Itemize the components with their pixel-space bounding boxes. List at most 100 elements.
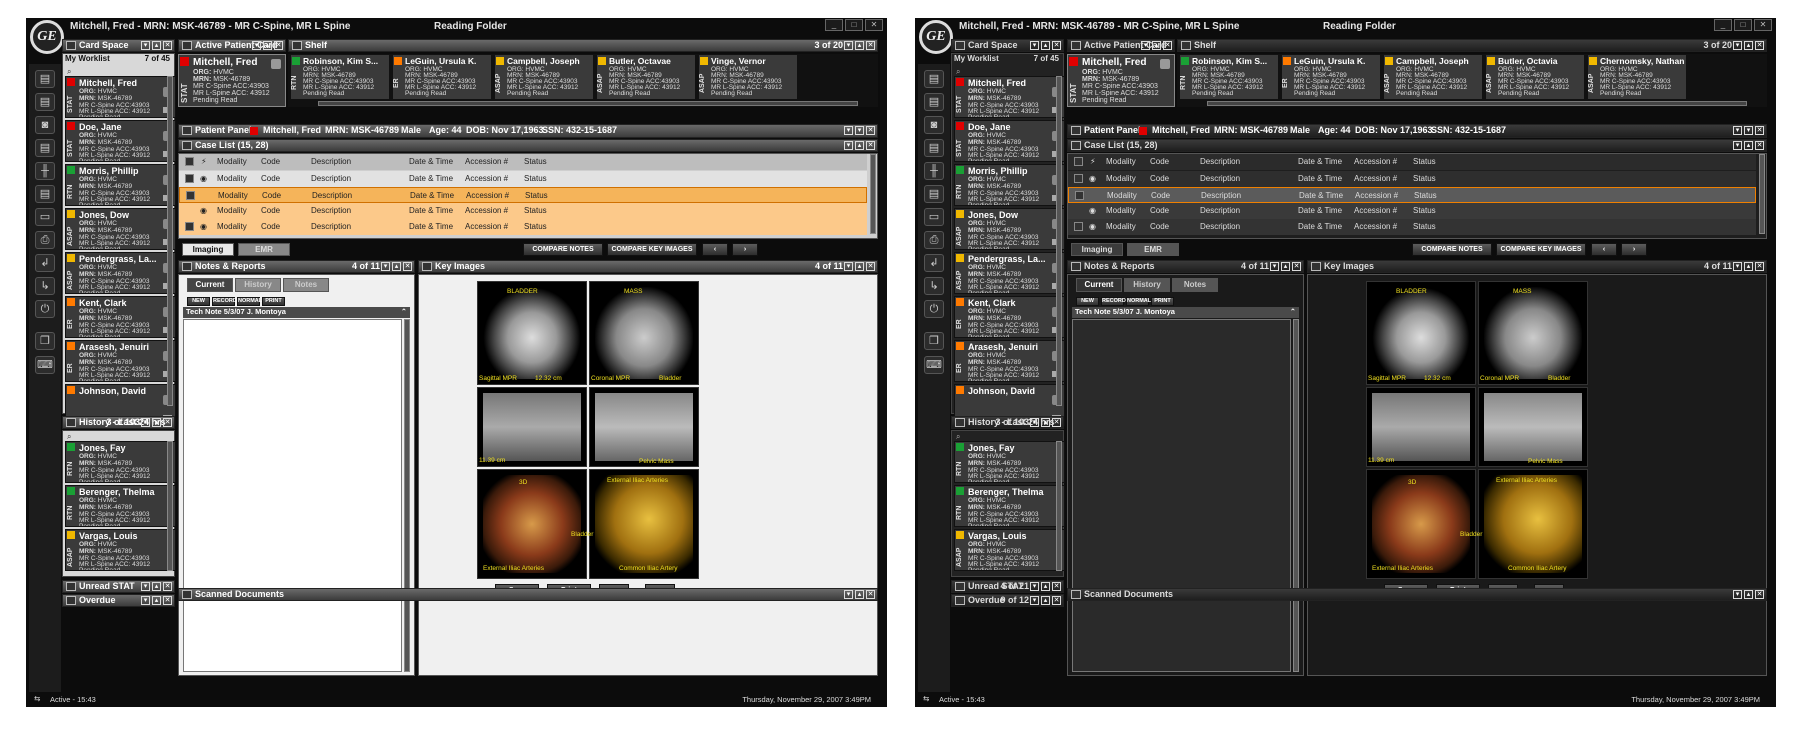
expand-up-icon[interactable]: ▴ — [152, 582, 161, 591]
column-header[interactable]: Modality — [1106, 157, 1136, 166]
sagittal-mpr-image[interactable] — [477, 387, 587, 467]
clipboard-icon[interactable]: ▤ — [35, 139, 55, 157]
axial-ct-image[interactable] — [1478, 281, 1588, 385]
maximize-icon[interactable]: □ — [845, 19, 863, 31]
clipboard-icon[interactable]: ▤ — [924, 93, 944, 111]
notes-normal-button[interactable]: NORMAL — [237, 297, 262, 306]
history-scrollbar[interactable] — [1056, 441, 1062, 571]
close-icon[interactable]: ✕ — [1755, 141, 1764, 150]
column-header[interactable]: Status — [524, 157, 547, 166]
keyboard-icon[interactable]: ⌨ — [35, 356, 55, 374]
coronal-mpr-image[interactable] — [589, 387, 699, 467]
prev-button[interactable]: ‹ — [702, 243, 728, 256]
compare-notes-button[interactable]: COMPARE NOTES — [1412, 243, 1492, 256]
collapse-icon[interactable]: ▾ — [844, 262, 853, 271]
expand-up-icon[interactable]: ▴ — [1152, 41, 1161, 50]
expand-up-icon[interactable]: ▴ — [152, 41, 161, 50]
import-icon[interactable]: ↲ — [35, 254, 55, 272]
coronal-mpr-image[interactable] — [1478, 387, 1588, 467]
shelf-scrollbar[interactable] — [1207, 101, 1747, 106]
next-button[interactable]: › — [1621, 243, 1647, 256]
collapse-icon[interactable]: ▾ — [1733, 126, 1742, 135]
close-icon[interactable]: ✕ — [163, 582, 172, 591]
export-icon[interactable]: ↳ — [924, 277, 944, 295]
collapse-icon[interactable]: ▾ — [1030, 41, 1039, 50]
export-icon[interactable]: ↳ — [35, 277, 55, 295]
vascular-3d-image[interactable] — [589, 469, 699, 579]
worklist-item[interactable]: STAT Doe, Jane ORG: HVMC MRN: MSK-46789 MR C… — [954, 120, 1065, 162]
collapse-icon[interactable]: ▾ — [844, 590, 853, 599]
notes-normal-button[interactable]: NORMAL — [1126, 297, 1151, 306]
sagittal-mpr-image[interactable] — [1366, 387, 1476, 467]
note-body[interactable] — [1072, 319, 1291, 672]
shelf-card[interactable]: ER LeGuin, Ursula K. ORG: HVMC MRN: MSK-467… — [1281, 54, 1381, 100]
worklist-item[interactable]: ER Kent, Clark ORG: HVMC MRN: MSK-46789 MR C… — [65, 296, 176, 338]
collapse-icon[interactable]: ▾ — [381, 262, 390, 271]
notes-record-button[interactable]: RECORD — [212, 297, 237, 306]
case-row[interactable]: ◉ Modality Code Description Date & Time Acces… — [179, 171, 867, 187]
close-icon[interactable]: ✕ — [274, 41, 283, 50]
power-icon[interactable]: ⏻ — [35, 300, 55, 318]
close-icon[interactable]: ✕ — [1163, 41, 1172, 50]
shelf-card[interactable]: ASAP Chernomsky, Nathan ORG: HVMC MRN: MSK-… — [1587, 54, 1687, 100]
notes-tab-notes[interactable]: Notes — [283, 278, 329, 292]
compare-key-images-button[interactable]: COMPARE KEY IMAGES — [1496, 243, 1586, 256]
window-close-icon[interactable]: ✕ — [865, 19, 883, 31]
notes-record-button[interactable]: RECORD — [1101, 297, 1126, 306]
expand-up-icon[interactable]: ▴ — [1041, 596, 1050, 605]
case-row[interactable]: Modality Code Description Date & Time Access… — [1068, 187, 1756, 203]
close-icon[interactable]: ✕ — [1755, 262, 1764, 271]
folder-icon[interactable]: ▭ — [35, 208, 55, 226]
expand-up-icon[interactable]: ▴ — [1744, 41, 1753, 50]
column-header[interactable]: Code — [1150, 157, 1169, 166]
spine-icon[interactable]: ╫ — [35, 162, 55, 180]
worklist-scrollbar[interactable] — [167, 76, 173, 406]
worklist-item[interactable]: STAT Mitchell, Fred ORG: HVMC MRN: MSK-4678… — [65, 76, 176, 118]
shelf-card[interactable]: ASAP Campbell, Joseph ORG: HVMC MRN: MSK-46… — [494, 54, 594, 100]
column-header[interactable]: Accession # — [1354, 157, 1397, 166]
expand-up-icon[interactable]: ▴ — [263, 41, 272, 50]
minimize-icon[interactable]: _ — [825, 19, 843, 31]
shelf-card[interactable]: RTN Robinson, Kim S... ORG: HVMC MRN: MSK-4… — [1179, 54, 1279, 100]
sync-icon[interactable]: ⇆ — [923, 694, 929, 703]
expand-up-icon[interactable]: ▴ — [855, 141, 864, 150]
expand-down-icon[interactable]: ▾ — [855, 126, 864, 135]
notes-tab-history[interactable]: History — [235, 278, 281, 292]
collapse-icon[interactable]: ▾ — [141, 596, 150, 605]
close-icon[interactable]: ✕ — [866, 141, 875, 150]
tab-emr[interactable]: EMR — [1127, 243, 1179, 256]
collapse-icon[interactable]: ▾ — [1733, 141, 1742, 150]
tab-emr[interactable]: EMR — [238, 243, 290, 256]
vascular-3d-image[interactable] — [477, 469, 587, 579]
shelf-card[interactable]: ASAP Vinge, Vernor ORG: HVMC MRN: MSK-46789… — [698, 54, 798, 100]
collapse-icon[interactable]: ▾ — [1030, 596, 1039, 605]
close-icon[interactable]: ✕ — [163, 418, 172, 427]
collapse-icon[interactable]: ⌃ — [1290, 307, 1296, 317]
collapse-icon[interactable]: ▾ — [844, 126, 853, 135]
column-header[interactable]: Accession # — [465, 157, 508, 166]
case-row[interactable]: ◉ Modality Code Description Date & Time Acces… — [1068, 171, 1756, 187]
close-icon[interactable]: ✕ — [1292, 262, 1301, 271]
notes-new-button[interactable]: NEW — [1076, 297, 1099, 306]
history-scrollbar[interactable] — [167, 441, 173, 571]
collapse-icon[interactable]: ▾ — [141, 418, 150, 427]
worklist-item[interactable]: ASAP Jones, Dow ORG: HVMC MRN: MSK-46789 MR … — [954, 208, 1065, 250]
import-icon[interactable]: ↲ — [924, 254, 944, 272]
tab-imaging[interactable]: Imaging — [1071, 243, 1123, 256]
close-icon[interactable]: ✕ — [1052, 41, 1061, 50]
history-item[interactable]: RTN Jones, Fay ORG: HVMC MRN: MSK-46789 MR C… — [954, 441, 1065, 483]
worklist-item[interactable]: STAT Mitchell, Fred ORG: HVMC MRN: MSK-4678… — [954, 76, 1065, 118]
notes-print-button[interactable]: PRINT — [1151, 297, 1174, 306]
vascular-3d-image[interactable] — [1478, 469, 1588, 579]
worklist-item[interactable]: STAT Doe, Jane ORG: HVMC MRN: MSK-46789 MR C… — [65, 120, 176, 162]
compare-notes-button[interactable]: COMPARE NOTES — [523, 243, 603, 256]
notes-tab-current[interactable]: Current — [1076, 278, 1122, 292]
expand-up-icon[interactable]: ▴ — [1744, 141, 1753, 150]
case-list-scrollbar[interactable] — [1759, 154, 1765, 234]
worklist-item[interactable]: ER Kent, Clark ORG: HVMC MRN: MSK-46789 MR C… — [954, 296, 1065, 338]
prev-button[interactable]: ‹ — [1591, 243, 1617, 256]
expand-up-icon[interactable]: ▴ — [1744, 590, 1753, 599]
collapse-icon[interactable]: ▾ — [141, 41, 150, 50]
close-icon[interactable]: ✕ — [866, 41, 875, 50]
active-patient-card[interactable]: STAT Mitchell, Fred ORG: HVMC MRN: MSK-4678… — [1067, 54, 1175, 107]
